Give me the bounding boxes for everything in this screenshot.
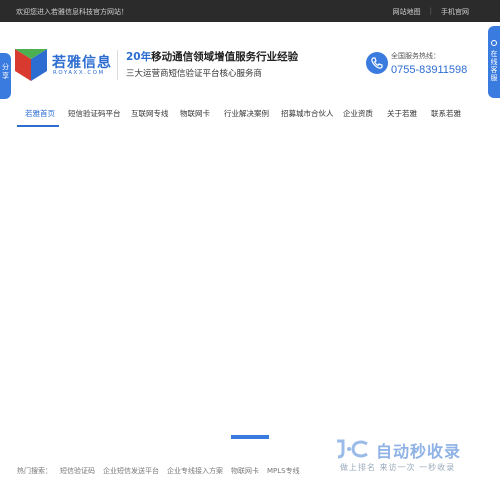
hot-search-link[interactable]: 企业短信发送平台 <box>103 466 159 476</box>
mobile-site-link[interactable]: 手机官网 <box>432 7 478 17</box>
slogan-years: 20年 <box>126 51 152 63</box>
hotline-number: 0755-83911598 <box>391 64 468 76</box>
slogan-text: 移动通信领域增值服务行业经验 <box>151 51 299 63</box>
logo-text[interactable]: 若雅信息 <box>52 52 112 72</box>
share-side-tab[interactable]: 分享 <box>0 53 11 99</box>
header-divider <box>117 50 118 80</box>
banner-slide-indicator[interactable] <box>231 435 269 439</box>
welcome-text: 欢迎您进入若雅信息科技官方网站！ <box>16 8 128 16</box>
slogan-headline: 20年移动通信领域增值服务行业经验 <box>126 49 298 64</box>
hot-search-link[interactable]: 物联网卡 <box>231 466 259 476</box>
nav-internet-line[interactable]: 互联网专线 <box>131 108 169 119</box>
watermark-subtitle: 做上排名 来访一次 一秒收录 <box>340 463 456 472</box>
nav-qualification[interactable]: 企业资质 <box>343 108 373 119</box>
nav-contact[interactable]: 联系若雅 <box>431 108 461 119</box>
top-links: 网站地图 | 手机官网 <box>384 7 478 17</box>
nav-home[interactable]: 若雅首页 <box>25 108 55 119</box>
main-nav: 若雅首页 短信验证码平台 互联网专线 物联网卡 行业解决案例 招募城市合伙人 企… <box>0 103 500 128</box>
watermark-title: 自动秒收录 <box>376 442 462 461</box>
watermark-logo-icon <box>337 439 368 459</box>
nav-sms-platform[interactable]: 短信验证码平台 <box>68 108 121 119</box>
hot-search-link[interactable]: MPLS专线 <box>267 466 300 476</box>
chat-icon <box>491 40 497 46</box>
hot-search-label: 热门搜索： <box>17 467 52 475</box>
top-bar: 欢迎您进入若雅信息科技官方网站！ 网站地图 | 手机官网 <box>0 0 500 22</box>
nav-about[interactable]: 关于若雅 <box>387 108 417 119</box>
nav-active-indicator <box>17 125 59 127</box>
hot-search-bar: 热门搜索： 短信验证码 企业短信发送平台 企业专线接入方案 物联网卡 MPLS专… <box>17 466 300 476</box>
online-service-tab[interactable]: 在线客服 <box>488 26 500 98</box>
hot-search-link[interactable]: 企业专线接入方案 <box>167 466 223 476</box>
sitemap-link[interactable]: 网站地图 <box>384 7 430 17</box>
hot-search-link[interactable]: 短信验证码 <box>60 466 95 476</box>
service-label: 在线客服 <box>490 50 498 82</box>
phone-icon <box>366 52 388 74</box>
nav-partners[interactable]: 招募城市合伙人 <box>281 108 334 119</box>
nav-iot-card[interactable]: 物联网卡 <box>180 108 210 119</box>
logo-domain: ROYAXX.COM <box>53 70 105 76</box>
nav-solutions[interactable]: 行业解决案例 <box>224 108 269 119</box>
share-label: 分享 <box>2 63 9 80</box>
logo-icon[interactable] <box>15 49 47 81</box>
hotline-label: 全国服务热线： <box>391 52 440 60</box>
slogan-subline: 三大运营商短信验证平台核心服务商 <box>126 69 263 79</box>
